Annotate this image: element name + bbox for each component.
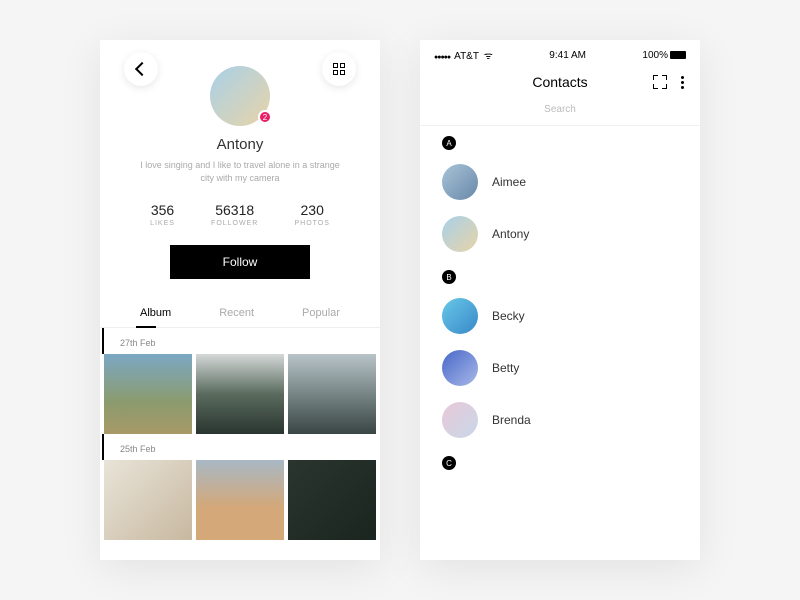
- avatar[interactable]: 2: [210, 66, 270, 126]
- contact-row[interactable]: Becky: [420, 290, 700, 342]
- contact-row[interactable]: Antony: [420, 208, 700, 260]
- more-icon[interactable]: [681, 76, 684, 89]
- contacts-screen: AT&T ᯤ 9:41 AM 100% Contacts Search A Ai…: [420, 40, 700, 560]
- carrier: AT&T ᯤ: [434, 48, 493, 62]
- stat-follower[interactable]: 56318 FOLLOWER: [211, 202, 258, 227]
- photo-thumb[interactable]: [196, 354, 284, 434]
- user-bio: I love singing and I like to travel alon…: [140, 159, 340, 184]
- follow-button[interactable]: Follow: [170, 245, 310, 279]
- contact-name: Aimee: [492, 175, 526, 189]
- contact-name: Becky: [492, 309, 525, 323]
- tab-popular[interactable]: Popular: [298, 299, 344, 327]
- photo-thumb[interactable]: [104, 460, 192, 540]
- date-section: 27th Feb: [102, 328, 380, 354]
- contact-name: Brenda: [492, 413, 531, 427]
- photo-grid: [100, 354, 380, 434]
- contacts-header: Contacts: [420, 66, 700, 98]
- contact-avatar: [442, 298, 478, 334]
- wifi-icon: ᯤ: [481, 51, 493, 62]
- contact-name: Antony: [492, 227, 529, 241]
- photo-thumb[interactable]: [288, 354, 376, 434]
- photo-grid: [100, 460, 380, 540]
- status-bar: AT&T ᯤ 9:41 AM 100%: [420, 40, 700, 66]
- contact-row[interactable]: Aimee: [420, 156, 700, 208]
- stat-value: 56318: [211, 202, 258, 218]
- section-letter: A: [442, 136, 456, 150]
- contact-name: Betty: [492, 361, 519, 375]
- contact-avatar: [442, 164, 478, 200]
- arrow-left-icon: [135, 62, 149, 76]
- scan-icon[interactable]: [653, 75, 667, 89]
- contact-avatar: [442, 402, 478, 438]
- contact-avatar: [442, 216, 478, 252]
- section-letter: C: [442, 456, 456, 470]
- stat-label: LIKES: [150, 220, 175, 227]
- page-title: Contacts: [532, 74, 587, 90]
- notification-badge: 2: [258, 110, 272, 124]
- photo-thumb[interactable]: [288, 460, 376, 540]
- stat-value: 356: [150, 202, 175, 218]
- profile-tabs: Album Recent Popular: [100, 299, 380, 328]
- tab-recent[interactable]: Recent: [215, 299, 258, 327]
- profile-screen: 2 Antony I love singing and I like to tr…: [100, 40, 380, 560]
- username: Antony: [217, 136, 264, 153]
- stat-photos[interactable]: 230 PHOTOS: [294, 202, 329, 227]
- photo-thumb[interactable]: [104, 354, 192, 434]
- profile-header: 2 Antony I love singing and I like to tr…: [100, 66, 380, 279]
- stat-likes[interactable]: 356 LIKES: [150, 202, 175, 227]
- contact-row[interactable]: Brenda: [420, 394, 700, 446]
- stat-label: FOLLOWER: [211, 220, 258, 227]
- section-letter: B: [442, 270, 456, 284]
- battery-indicator: 100%: [642, 50, 686, 61]
- photo-thumb[interactable]: [196, 460, 284, 540]
- qr-button[interactable]: [322, 52, 356, 86]
- date-section: 25th Feb: [102, 434, 380, 460]
- qr-icon: [333, 63, 345, 75]
- tab-album[interactable]: Album: [136, 299, 175, 327]
- stats-row: 356 LIKES 56318 FOLLOWER 230 PHOTOS: [124, 202, 356, 227]
- contact-row[interactable]: Betty: [420, 342, 700, 394]
- stat-value: 230: [294, 202, 329, 218]
- search-input[interactable]: Search: [420, 98, 700, 126]
- stat-label: PHOTOS: [294, 220, 329, 227]
- clock: 9:41 AM: [549, 50, 586, 61]
- contact-avatar: [442, 350, 478, 386]
- back-button[interactable]: [124, 52, 158, 86]
